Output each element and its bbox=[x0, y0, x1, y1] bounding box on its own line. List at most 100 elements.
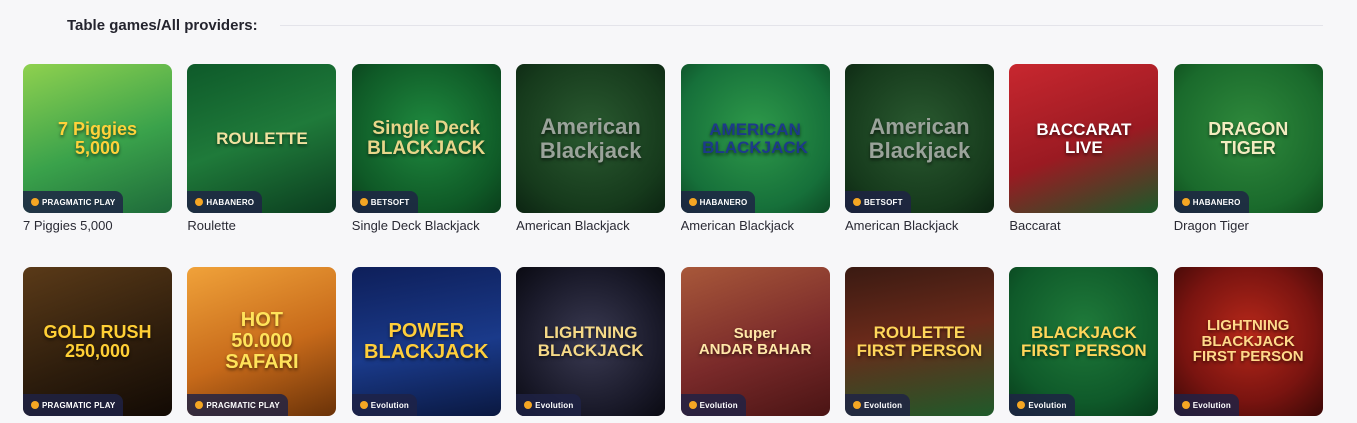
game-tile[interactable]: DRAGON TIGER HABANERO Dragon Tiger bbox=[1173, 64, 1323, 233]
game-title[interactable]: Single Deck Blackjack bbox=[352, 218, 501, 233]
game-thumbnail[interactable]: GOLD RUSH 250,000 PRAGMATIC PLAY bbox=[23, 267, 172, 416]
provider-name: HABANERO bbox=[206, 197, 255, 207]
game-artwork-title: ROULETTE bbox=[216, 128, 308, 148]
provider-logo-icon bbox=[359, 198, 368, 206]
game-artwork-title: BACCARAT LIVE bbox=[1036, 119, 1132, 157]
game-thumbnail[interactable]: American Blackjack BETSOFT bbox=[844, 64, 994, 213]
game-thumbnail[interactable]: 7 Piggies 5,000 PRAGMATIC PLAY bbox=[23, 64, 172, 213]
game-thumbnail[interactable]: Single Deck BLACKJACK BETSOFT bbox=[351, 64, 501, 213]
game-tile[interactable]: POWER BLACKJACKEvolutionPower Blackjack bbox=[351, 267, 501, 423]
game-title[interactable]: Roulette bbox=[187, 218, 336, 233]
provider-logo-icon bbox=[1181, 198, 1190, 206]
provider-name: PRAGMATIC PLAY bbox=[42, 400, 116, 410]
game-title[interactable]: Baccarat bbox=[1009, 218, 1158, 233]
provider-badge: BETSOFT bbox=[351, 191, 418, 213]
provider-name: Evolution bbox=[535, 400, 574, 410]
provider-logo-icon bbox=[359, 401, 368, 409]
provider-name: Evolution bbox=[699, 400, 738, 410]
provider-badge: Evolution bbox=[680, 394, 746, 416]
game-thumbnail[interactable]: ROULETTE FIRST PERSON Evolution bbox=[844, 267, 994, 416]
provider-logo-icon bbox=[688, 401, 697, 409]
game-artwork-title: HOT 50.000 SAFARI bbox=[225, 309, 299, 373]
game-title[interactable]: Dragon Tiger bbox=[1174, 218, 1323, 233]
provider-name: HABANERO bbox=[699, 197, 748, 207]
provider-logo-icon bbox=[1181, 401, 1190, 409]
game-tile[interactable]: AMERICAN BLACKJACK HABANERO American Black… bbox=[680, 64, 830, 233]
provider-badge: PRAGMATIC PLAY bbox=[23, 191, 124, 213]
provider-logo-icon bbox=[31, 198, 39, 206]
games-grid: 7 Piggies 5,000 PRAGMATIC PLAY 7 Piggies 5… bbox=[23, 64, 1323, 423]
provider-badge: Evolution bbox=[1009, 394, 1075, 416]
game-tile[interactable]: ROULETTE HABANERO Roulette bbox=[187, 64, 337, 233]
provider-badge: Evolution bbox=[516, 394, 582, 416]
game-tile[interactable]: BLACKJACK FIRST PERSONEvolutionFirst Per… bbox=[1009, 267, 1159, 423]
provider-logo-icon bbox=[31, 401, 39, 409]
game-thumbnail[interactable]: POWER BLACKJACK Evolution bbox=[351, 267, 501, 416]
game-tile[interactable]: LIGHTNING BLACKJACKEvolutionLightning Bl… bbox=[516, 267, 666, 423]
game-artwork-title: GOLD RUSH 250,000 bbox=[43, 321, 152, 361]
game-thumbnail[interactable]: HOT 50.000 SAFARI PRAGMATIC PLAY bbox=[187, 267, 337, 416]
game-title[interactable]: 7 Piggies 5,000 bbox=[23, 218, 172, 233]
game-tile[interactable]: Super ANDAR BAHAREvolutionSuper Andar Ba… bbox=[680, 267, 830, 423]
game-thumbnail[interactable]: DRAGON TIGER HABANERO bbox=[1173, 64, 1323, 213]
provider-name: Evolution bbox=[370, 400, 410, 410]
provider-badge: PRAGMATIC PLAY bbox=[23, 394, 124, 416]
game-artwork-title: ROULETTE FIRST PERSON bbox=[856, 322, 983, 360]
game-thumbnail[interactable]: LIGHTNING BLACKJACK FIRST PERSON Evolutio… bbox=[1173, 267, 1323, 416]
provider-badge: HABANERO bbox=[1173, 191, 1249, 213]
provider-logo-icon bbox=[524, 401, 533, 409]
game-tile[interactable]: GOLD RUSH 250,000PRAGMATIC PLAYGold Rush… bbox=[23, 267, 172, 423]
game-tile[interactable]: HOT 50.000 SAFARIPRAGMATIC PLAYHot Safar… bbox=[187, 267, 337, 423]
section-header: Table games/All providers: bbox=[67, 14, 1323, 36]
game-artwork-title: Super ANDAR BAHAR bbox=[698, 324, 812, 358]
game-artwork-title: BLACKJACK FIRST PERSON bbox=[1021, 322, 1147, 360]
provider-badge: BETSOFT bbox=[844, 191, 911, 213]
game-artwork-title: LIGHTNING BLACKJACK bbox=[537, 322, 644, 360]
provider-name: BETSOFT bbox=[863, 197, 903, 207]
game-thumbnail[interactable]: American Blackjack bbox=[516, 64, 666, 213]
provider-badge: Evolution bbox=[1173, 394, 1239, 416]
provider-logo-icon bbox=[852, 401, 861, 409]
game-artwork-title: 7 Piggies 5,000 bbox=[57, 118, 138, 158]
game-thumbnail[interactable]: BLACKJACK FIRST PERSON Evolution bbox=[1009, 267, 1159, 416]
game-thumbnail[interactable]: Super ANDAR BAHAR Evolution bbox=[680, 267, 830, 416]
game-artwork-title: Single Deck BLACKJACK bbox=[367, 117, 486, 159]
provider-name: BETSOFT bbox=[370, 197, 410, 207]
provider-logo-icon bbox=[688, 198, 697, 206]
section-title: Table games/All providers: bbox=[67, 16, 258, 34]
provider-badge: HABANERO bbox=[680, 191, 756, 213]
provider-badge: Evolution bbox=[844, 394, 911, 416]
game-artwork-title: POWER BLACKJACK bbox=[364, 319, 489, 363]
game-tile[interactable]: ROULETTE FIRST PERSONEvolutionFirst Pers… bbox=[844, 267, 994, 423]
game-artwork-title: LIGHTNING BLACKJACK FIRST PERSON bbox=[1192, 316, 1304, 366]
game-title[interactable]: American Blackjack bbox=[516, 218, 665, 233]
game-tile[interactable]: Single Deck BLACKJACK BETSOFT Single Deck … bbox=[351, 64, 501, 233]
provider-logo-icon bbox=[852, 198, 861, 206]
game-artwork-title: American Blackjack bbox=[539, 114, 642, 163]
provider-badge: PRAGMATIC PLAY bbox=[187, 394, 288, 416]
provider-name: PRAGMATIC PLAY bbox=[42, 197, 116, 207]
provider-name: Evolution bbox=[1192, 400, 1231, 410]
game-tile[interactable]: LIGHTNING BLACKJACK FIRST PERSON Evolutio… bbox=[1173, 267, 1323, 423]
provider-logo-icon bbox=[1017, 401, 1026, 409]
provider-badge: HABANERO bbox=[187, 191, 263, 213]
game-tile[interactable]: 7 Piggies 5,000 PRAGMATIC PLAY 7 Piggies 5… bbox=[23, 64, 172, 233]
game-thumbnail[interactable]: LIGHTNING BLACKJACK Evolution bbox=[516, 267, 666, 416]
provider-name: PRAGMATIC PLAY bbox=[206, 400, 280, 410]
game-tile[interactable]: BACCARAT LIVE Baccarat bbox=[1009, 64, 1159, 233]
game-artwork-title: AMERICAN BLACKJACK bbox=[702, 119, 808, 157]
provider-name: Evolution bbox=[863, 400, 903, 410]
game-tile[interactable]: American Blackjack American Blackjack bbox=[516, 64, 666, 233]
game-artwork-title: American Blackjack bbox=[868, 114, 971, 163]
provider-logo-icon bbox=[195, 198, 204, 206]
provider-name: HABANERO bbox=[1192, 197, 1241, 207]
game-thumbnail[interactable]: AMERICAN BLACKJACK HABANERO bbox=[680, 64, 830, 213]
game-tile[interactable]: American Blackjack BETSOFT American Blackj… bbox=[844, 64, 994, 233]
game-title[interactable]: American Blackjack bbox=[845, 218, 994, 233]
provider-logo-icon bbox=[195, 401, 204, 409]
game-title[interactable]: American Blackjack bbox=[681, 218, 830, 233]
game-artwork-title: DRAGON TIGER bbox=[1208, 118, 1289, 158]
header-divider bbox=[279, 24, 1323, 26]
game-thumbnail[interactable]: ROULETTE HABANERO bbox=[187, 64, 337, 213]
game-thumbnail[interactable]: BACCARAT LIVE bbox=[1009, 64, 1159, 213]
